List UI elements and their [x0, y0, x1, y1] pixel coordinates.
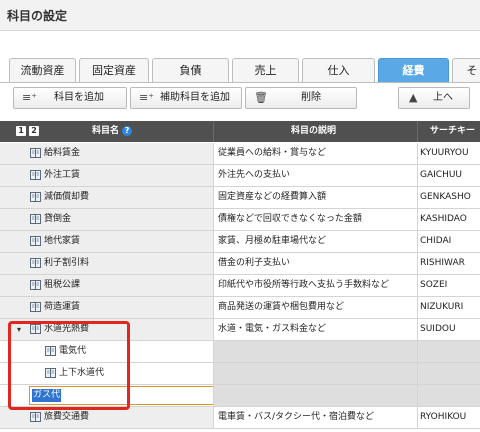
account-description-cell[interactable]: 固定資産などの経費算入額 [214, 187, 417, 208]
account-row[interactable]: 貸倒金 債権などで回収できなくなった金額 KASHIDAO [0, 209, 480, 231]
account-description-cell[interactable]: 電車賃・バス/タクシー代・宿泊費など [214, 407, 417, 428]
account-book-icon [30, 214, 41, 224]
search-key-cell[interactable] [418, 341, 480, 362]
delete-button[interactable]: 🗑 削除 [245, 87, 357, 109]
account-description-cell[interactable]: 水道・電気・ガス料金など [214, 319, 417, 340]
account-book-icon [30, 302, 41, 312]
account-description-cell[interactable]: 家賃、月極め駐車場代など [214, 231, 417, 252]
account-row[interactable]: 外注工賃 外注先への支払い GAICHUU [0, 165, 480, 187]
account-description-cell[interactable] [214, 341, 417, 362]
account-name-label: 利子割引料 [44, 258, 90, 268]
grid-header: 1 2 科目名? 科目の説明 サーチキー [0, 121, 480, 142]
account-name-cell[interactable]: 旅費交通費 [0, 407, 213, 428]
account-row[interactable]: 旅費交通費 電車賃・バス/タクシー代・宿泊費など RYOHIKOU [0, 407, 480, 429]
search-key-cell[interactable] [418, 363, 480, 384]
account-name-cell[interactable]: 外注工賃 [0, 165, 213, 186]
search-key-cell[interactable] [418, 385, 480, 406]
account-name-cell[interactable]: 荷造運賃 [0, 297, 213, 318]
level-2-button[interactable]: 2 [29, 126, 39, 136]
account-book-icon [30, 412, 41, 422]
help-icon[interactable]: ? [122, 126, 133, 136]
account-description-cell[interactable]: 借金の利子支払い [214, 253, 417, 274]
title-bar: 科目の設定 [0, 0, 480, 31]
column-header-description[interactable]: 科目の説明 [291, 121, 336, 142]
tab-2[interactable]: 負債 [152, 58, 229, 82]
tab-5[interactable]: 経費 [378, 58, 449, 82]
trash-icon: 🗑 [254, 91, 268, 104]
account-name-cell[interactable]: 利子割引料 [0, 253, 213, 274]
search-key-cell[interactable]: KYUURYOU [418, 143, 480, 164]
search-key-cell[interactable]: RISHIWAR [418, 253, 480, 274]
tab-3[interactable]: 売上 [232, 58, 299, 82]
account-name-cell[interactable]: 貸倒金 [0, 209, 213, 230]
account-name-label: 外注工賃 [44, 170, 81, 180]
account-row[interactable]: 荷造運賃 商品発送の運賃や梱包費用など NIZUKURI [0, 297, 480, 319]
highlight-annotation [8, 321, 130, 410]
account-name-label: 旅費交通費 [44, 412, 90, 422]
account-row[interactable]: 利子割引料 借金の利子支払い RISHIWAR [0, 253, 480, 275]
account-description-cell[interactable]: 債権などで回収できなくなった金額 [214, 209, 417, 230]
account-name-label: 租税公課 [44, 280, 81, 290]
account-book-icon [30, 236, 41, 246]
list-add-icon: ≡⁺ [22, 91, 38, 104]
account-row[interactable]: 給料賃金 従業員への給料・賞与など KYUURYOU [0, 143, 480, 165]
search-key-cell[interactable]: NIZUKURI [418, 297, 480, 318]
tab-4[interactable]: 仕入 [302, 58, 375, 82]
account-row[interactable]: 地代家賃 家賃、月極め駐車場代など CHIDAI [0, 231, 480, 253]
column-header-name[interactable]: 科目名? [92, 121, 133, 142]
account-book-icon [30, 192, 41, 202]
move-up-label: 上へ [433, 92, 453, 103]
account-description-cell[interactable] [214, 385, 417, 406]
account-description-cell[interactable] [214, 363, 417, 384]
account-row[interactable]: 租税公課 印紙代や市役所等行政へ支払う手数料など SOZEI [0, 275, 480, 297]
account-name-label: 給料賃金 [44, 148, 81, 158]
list-add-icon: ≡⁺ [139, 91, 155, 104]
toolbar: ≡⁺ 科目を追加 ≡⁺ 補助科目を追加 🗑 削除 ▲ 上へ [0, 84, 480, 112]
category-tabs: 流動資産 固定資産 負債 売上 仕入 経費そ [0, 58, 480, 83]
add-sub-account-label: 補助科目を追加 [160, 92, 230, 103]
search-key-cell[interactable]: RYOHIKOU [418, 407, 480, 428]
search-key-cell[interactable]: KASHIDAO [418, 209, 480, 230]
account-description-cell[interactable]: 外注先への支払い [214, 165, 417, 186]
account-row[interactable]: 減価償却費 固定資産などの経費算入額 GENKASHO [0, 187, 480, 209]
account-name-label: 減価償却費 [44, 192, 90, 202]
tab-0[interactable]: 流動資産 [9, 58, 76, 82]
account-name-label: 貸倒金 [44, 214, 72, 224]
search-key-cell[interactable]: GENKASHO [418, 187, 480, 208]
window-title: 科目の設定 [7, 9, 68, 23]
arrow-up-icon: ▲ [409, 91, 418, 104]
delete-label: 削除 [301, 92, 321, 103]
account-name-cell[interactable]: 租税公課 [0, 275, 213, 296]
account-description-cell[interactable]: 従業員への給料・賞与など [214, 143, 417, 164]
add-sub-account-button[interactable]: ≡⁺ 補助科目を追加 [130, 87, 242, 109]
account-name-label: 地代家賃 [44, 236, 81, 246]
search-key-cell[interactable]: SUIDOU [418, 319, 480, 340]
tab-divider [0, 82, 480, 83]
search-key-cell[interactable]: CHIDAI [418, 231, 480, 252]
tab-1[interactable]: 固定資産 [79, 58, 149, 82]
account-book-icon [30, 148, 41, 158]
column-header-search-key[interactable]: サーチキー [430, 121, 475, 142]
account-name-cell[interactable]: 地代家賃 [0, 231, 213, 252]
account-name-label: 荷造運賃 [44, 302, 81, 312]
account-book-icon [30, 170, 41, 180]
account-description-cell[interactable]: 商品発送の運賃や梱包費用など [214, 297, 417, 318]
move-up-button[interactable]: ▲ 上へ [398, 87, 470, 109]
account-description-cell[interactable]: 印紙代や市役所等行政へ支払う手数料など [214, 275, 417, 296]
search-key-cell[interactable]: SOZEI [418, 275, 480, 296]
account-name-cell[interactable]: 減価償却費 [0, 187, 213, 208]
tab-6[interactable]: そ [452, 58, 480, 82]
add-account-label: 科目を追加 [54, 92, 104, 103]
add-account-button[interactable]: ≡⁺ 科目を追加 [13, 87, 127, 109]
account-name-cell[interactable]: 給料賃金 [0, 143, 213, 164]
account-book-icon [30, 258, 41, 268]
account-book-icon [30, 280, 41, 290]
level-1-button[interactable]: 1 [16, 126, 26, 136]
search-key-cell[interactable]: GAICHUU [418, 165, 480, 186]
